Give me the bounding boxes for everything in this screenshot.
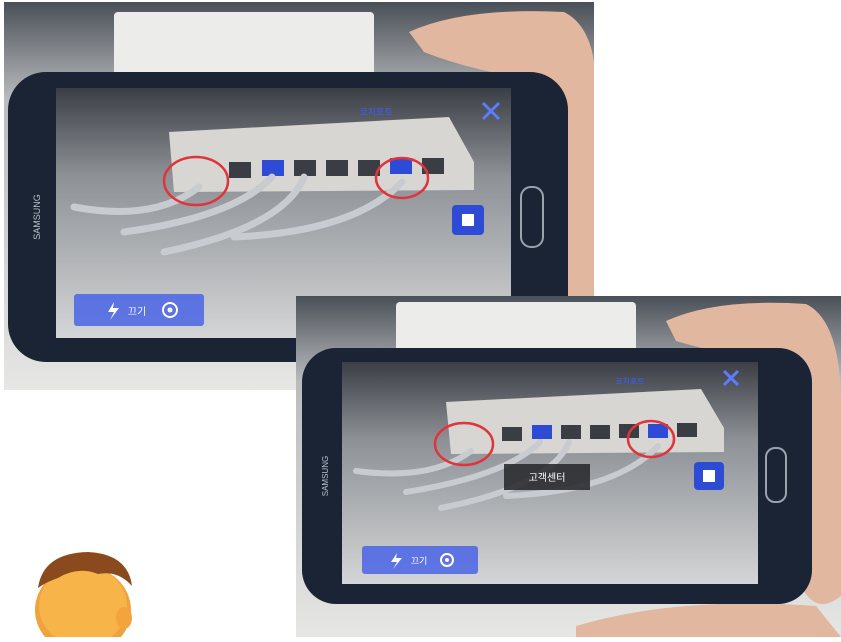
toast-text: 고객센터 xyxy=(529,472,566,484)
switch-label[interactable]: 끄기 xyxy=(128,306,146,318)
stop-button[interactable] xyxy=(694,462,724,490)
app-header-text: 코치포트 xyxy=(359,106,392,117)
stop-icon xyxy=(462,214,474,226)
control-bar: 끄기 xyxy=(74,294,204,326)
phone-brand: SAMSUNG xyxy=(321,456,330,496)
cartoon-face-icon xyxy=(28,548,138,642)
phone-brand: SAMSUNG xyxy=(32,194,42,240)
toast: 고객센터 xyxy=(504,464,590,490)
stop-button[interactable] xyxy=(452,205,484,235)
app-header-text: 코치포트 xyxy=(615,377,644,386)
phone-screen: 코치포트 고객센터 끄기 xyxy=(342,362,758,584)
switch-label[interactable]: 끄기 xyxy=(411,556,428,566)
control-bar: 끄기 xyxy=(362,546,478,574)
stop-icon xyxy=(703,470,715,482)
photo-bottom: 코치포트 고객센터 끄기 SAMSUNG xyxy=(296,296,841,637)
